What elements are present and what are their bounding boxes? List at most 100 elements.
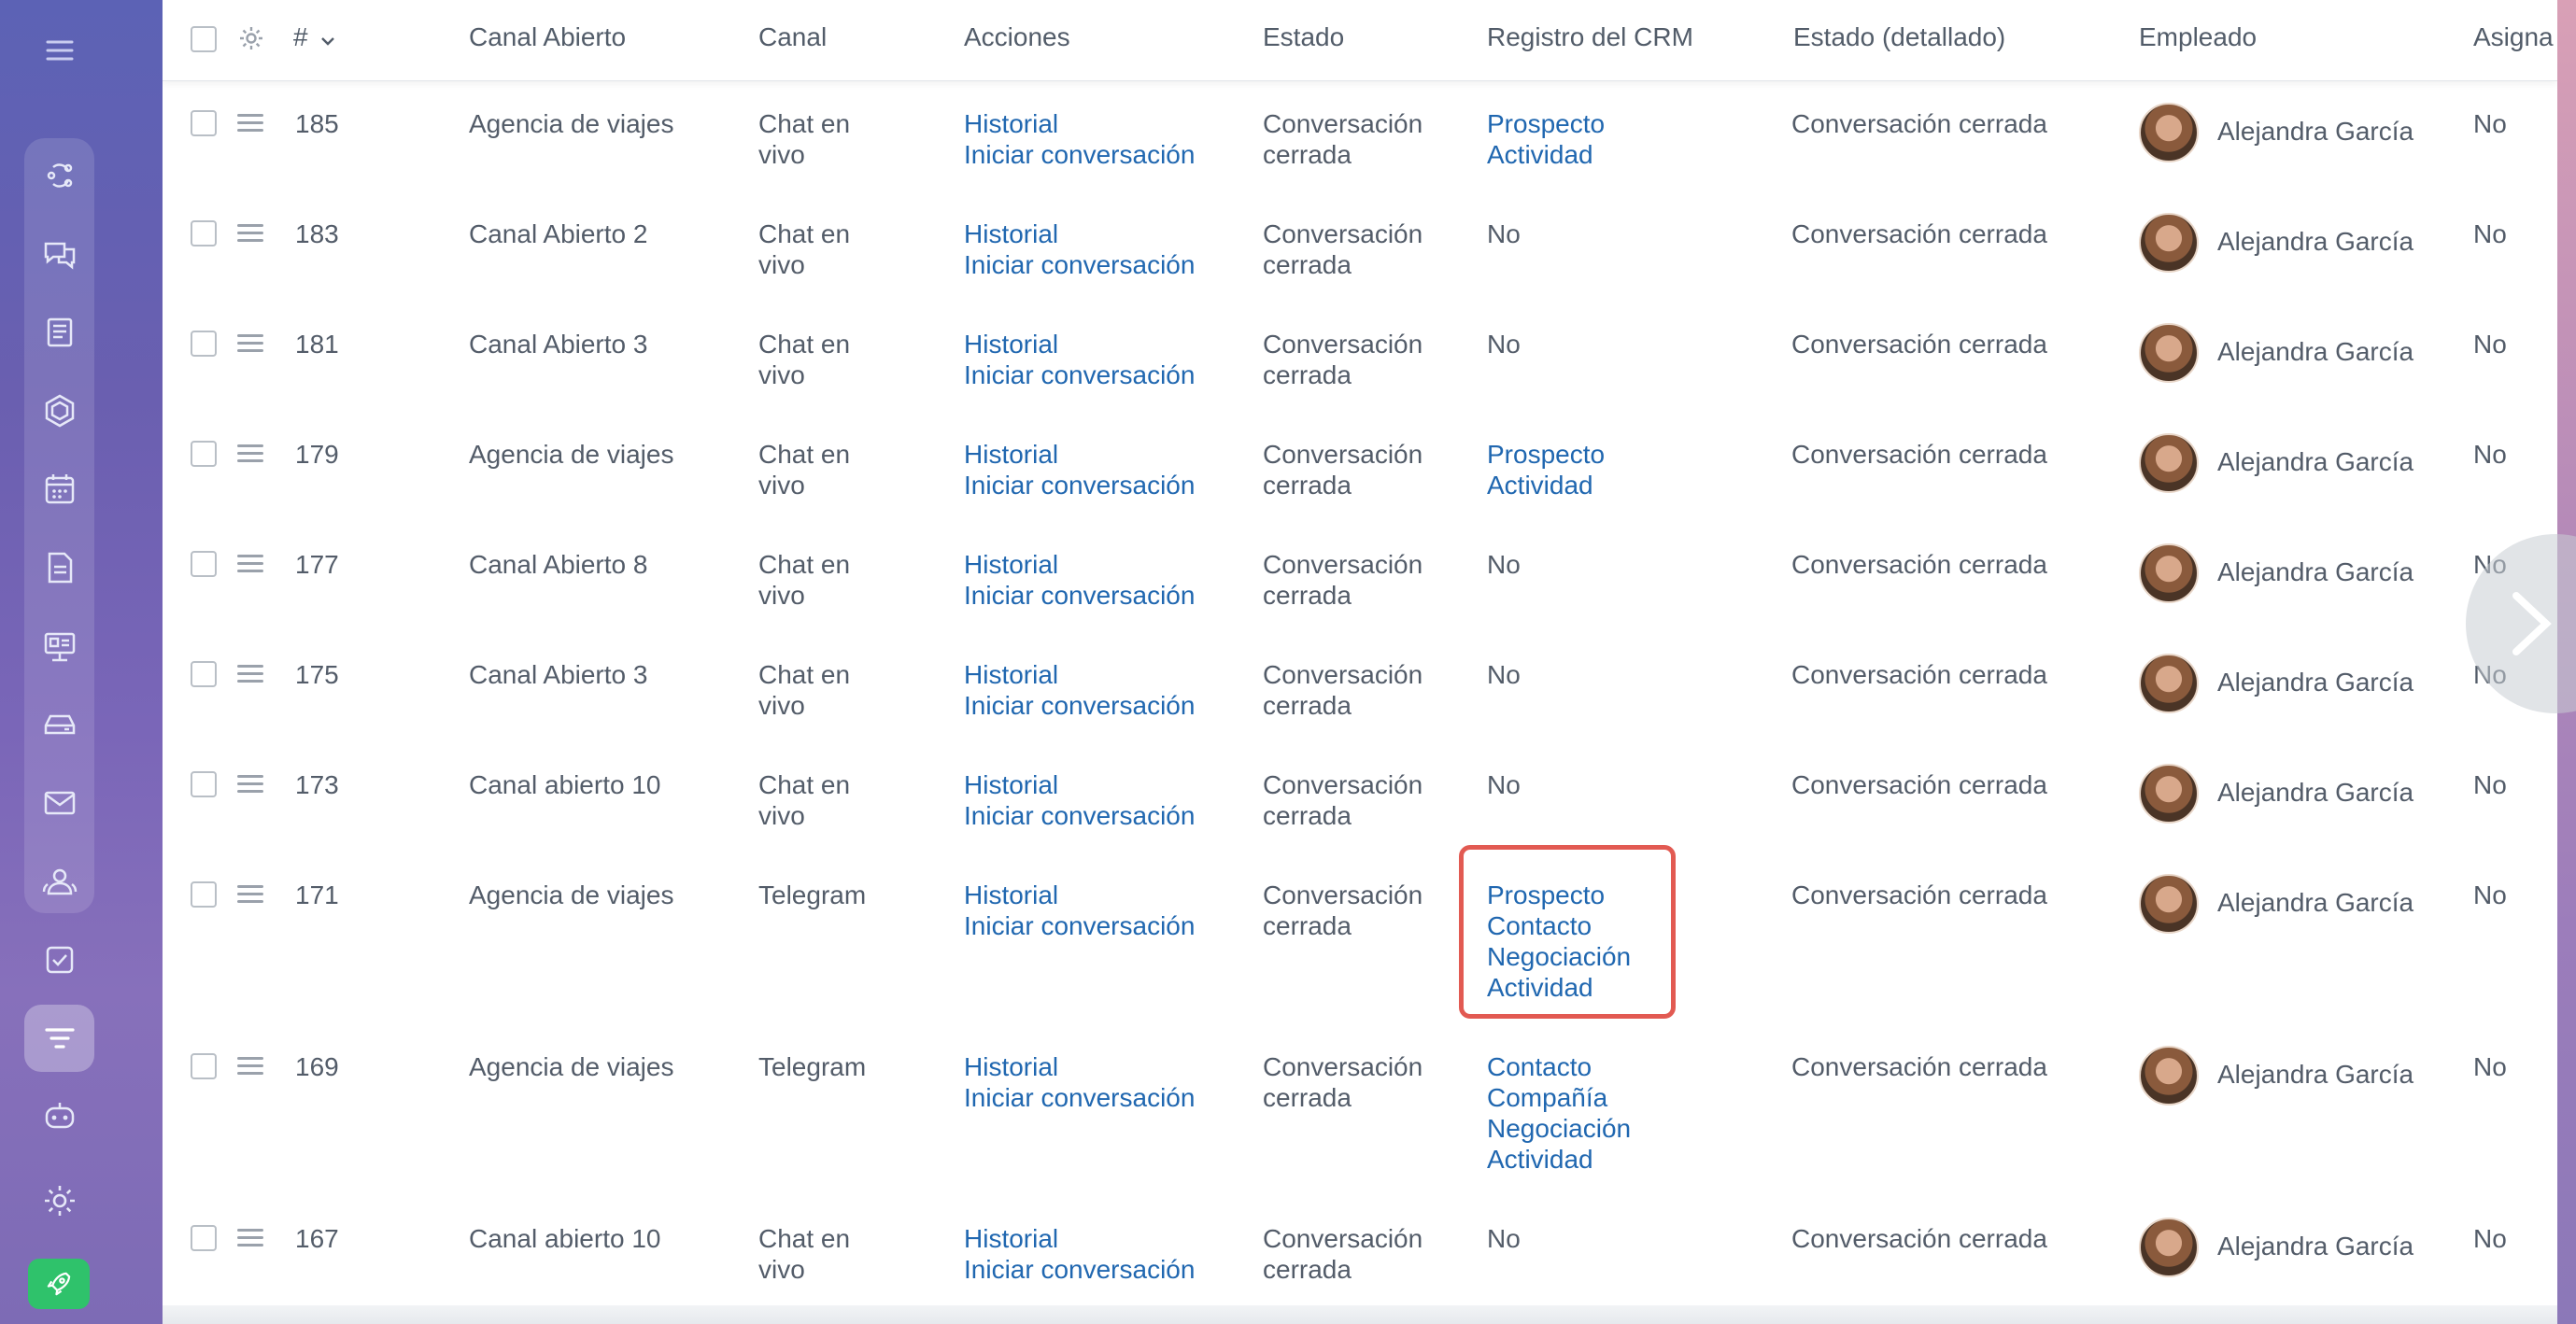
action-link-item[interactable]: Iniciar conversación — [964, 249, 1195, 280]
avatar[interactable] — [2139, 654, 2199, 713]
drag-handle-icon[interactable] — [237, 885, 263, 904]
rocket-icon[interactable] — [28, 1259, 90, 1309]
drag-handle-icon[interactable] — [237, 1057, 263, 1076]
crm-record-item[interactable]: Actividad — [1487, 470, 1605, 500]
drag-handle-icon[interactable] — [237, 114, 263, 133]
row-checkbox[interactable] — [191, 220, 217, 246]
drag-handle-icon[interactable] — [237, 1229, 263, 1247]
row-checkbox[interactable] — [191, 1053, 217, 1079]
employee-name[interactable]: Alejandra García — [2217, 887, 2413, 918]
table-row[interactable]: 177 Canal Abierto 8 Chat en vivo Historial In… — [163, 521, 2557, 632]
drag-handle-icon[interactable] — [237, 444, 263, 463]
employee-name[interactable]: Alejandra García — [2217, 116, 2413, 147]
action-link-item[interactable]: Iniciar conversación — [964, 359, 1195, 390]
action-link-item[interactable]: Historial — [964, 769, 1195, 800]
col-canal-abierto-header[interactable]: Canal Abierto — [469, 22, 626, 52]
filter-list-icon[interactable] — [37, 1016, 82, 1061]
action-link-item[interactable]: Iniciar conversación — [964, 1254, 1195, 1285]
avatar[interactable] — [2139, 103, 2199, 162]
action-link-item[interactable]: Iniciar conversación — [964, 580, 1195, 611]
avatar[interactable] — [2139, 323, 2199, 383]
action-link-item[interactable]: Historial — [964, 218, 1195, 249]
avatar[interactable] — [2139, 213, 2199, 273]
action-link-item[interactable]: Iniciar conversación — [964, 690, 1195, 721]
employee-name[interactable]: Alejandra García — [2217, 556, 2413, 587]
action-link-item[interactable]: Historial — [964, 108, 1195, 139]
drag-handle-icon[interactable] — [237, 334, 263, 353]
table-row[interactable]: 167 Canal abierto 10 Chat en vivo Historial I… — [163, 1195, 2557, 1306]
col-empleado-header[interactable]: Empleado — [2139, 22, 2257, 52]
table-row[interactable]: 181 Canal Abierto 3 Chat en vivo Historial In… — [163, 301, 2557, 412]
gear-icon[interactable] — [37, 1178, 82, 1223]
employee-name[interactable]: Alejandra García — [2217, 1059, 2413, 1090]
row-checkbox[interactable] — [191, 551, 217, 577]
drag-handle-icon[interactable] — [237, 224, 263, 243]
action-link-item[interactable]: Iniciar conversación — [964, 800, 1195, 831]
table-row[interactable]: 169 Agencia de viajes Telegram Historial Ini… — [163, 1023, 2557, 1196]
hexagon-icon[interactable] — [37, 388, 82, 433]
action-link-item[interactable]: Iniciar conversación — [964, 1082, 1195, 1113]
action-link-item[interactable]: Iniciar conversación — [964, 910, 1195, 941]
drag-handle-icon[interactable] — [237, 665, 263, 683]
mail-icon[interactable] — [37, 781, 82, 825]
avatar[interactable] — [2139, 1218, 2199, 1277]
crm-record-item[interactable]: Prospecto — [1487, 439, 1605, 470]
menu-icon[interactable] — [37, 28, 82, 73]
row-checkbox[interactable] — [191, 881, 217, 908]
select-all-checkbox[interactable] — [191, 26, 217, 52]
col-acciones-header[interactable]: Acciones — [964, 22, 1070, 52]
crm-record-item[interactable]: Prospecto — [1487, 108, 1605, 139]
employee-name[interactable]: Alejandra García — [2217, 1231, 2413, 1261]
action-link-item[interactable]: Historial — [964, 1051, 1195, 1082]
row-checkbox[interactable] — [191, 661, 217, 687]
document-icon[interactable] — [37, 545, 82, 590]
employee-name[interactable]: Alejandra García — [2217, 336, 2413, 367]
action-link-item[interactable]: Historial — [964, 549, 1195, 580]
table-row[interactable]: 171 Agencia de viajes Telegram Historial Ini… — [163, 852, 2557, 1024]
checkbox-task-icon[interactable] — [37, 937, 82, 982]
action-link-item[interactable]: Historial — [964, 1223, 1195, 1254]
row-checkbox[interactable] — [191, 441, 217, 467]
drag-handle-icon[interactable] — [237, 775, 263, 794]
col-id-header[interactable]: # — [293, 22, 335, 52]
table-row[interactable]: 175 Canal Abierto 3 Chat en vivo Historial In… — [163, 631, 2557, 742]
col-estado-detallado-header[interactable]: Estado (detallado) — [1793, 22, 2005, 52]
crm-record-item[interactable]: Contacto — [1487, 1051, 1631, 1082]
col-registro-crm-header[interactable]: Registro del CRM — [1487, 22, 1693, 52]
employee-name[interactable]: Alejandra García — [2217, 667, 2413, 697]
action-link-item[interactable]: Historial — [964, 439, 1195, 470]
col-canal-header[interactable]: Canal — [758, 22, 827, 52]
employee-name[interactable]: Alejandra García — [2217, 777, 2413, 808]
chat-bubbles-icon[interactable] — [37, 232, 82, 276]
action-link-item[interactable]: Iniciar conversación — [964, 139, 1195, 170]
action-link-item[interactable]: Historial — [964, 659, 1195, 690]
row-checkbox[interactable] — [191, 110, 217, 136]
drag-handle-icon[interactable] — [237, 555, 263, 573]
row-checkbox[interactable] — [191, 771, 217, 797]
calendar-icon[interactable] — [37, 467, 82, 512]
action-link-item[interactable]: Iniciar conversación — [964, 470, 1195, 500]
col-asignado-header[interactable]: Asigna — [2473, 22, 2554, 52]
contacts-icon[interactable] — [37, 859, 82, 904]
row-checkbox[interactable] — [191, 331, 217, 357]
storage-icon[interactable] — [37, 702, 82, 747]
table-row[interactable]: 183 Canal Abierto 2 Chat en vivo Historial In… — [163, 190, 2557, 302]
table-row[interactable]: 173 Canal abierto 10 Chat en vivo Historial I… — [163, 741, 2557, 852]
crm-record-item[interactable]: Compañía — [1487, 1082, 1631, 1113]
employee-name[interactable]: Alejandra García — [2217, 226, 2413, 257]
presentation-icon[interactable] — [37, 624, 82, 669]
robot-icon[interactable] — [37, 1094, 82, 1139]
row-checkbox[interactable] — [191, 1225, 217, 1251]
table-row[interactable]: 179 Agencia de viajes Chat en vivo Historial… — [163, 411, 2557, 522]
crm-record-item[interactable]: Negociación — [1487, 1113, 1631, 1144]
employee-name[interactable]: Alejandra García — [2217, 446, 2413, 477]
crm-record-item[interactable]: Actividad — [1487, 139, 1605, 170]
settings-gear-icon[interactable] — [237, 24, 265, 52]
avatar[interactable] — [2139, 433, 2199, 493]
action-link-item[interactable]: Historial — [964, 329, 1195, 359]
avatar[interactable] — [2139, 874, 2199, 934]
avatar[interactable] — [2139, 764, 2199, 824]
avatar[interactable] — [2139, 1046, 2199, 1106]
action-link-item[interactable]: Historial — [964, 880, 1195, 910]
newspaper-icon[interactable] — [37, 310, 82, 355]
